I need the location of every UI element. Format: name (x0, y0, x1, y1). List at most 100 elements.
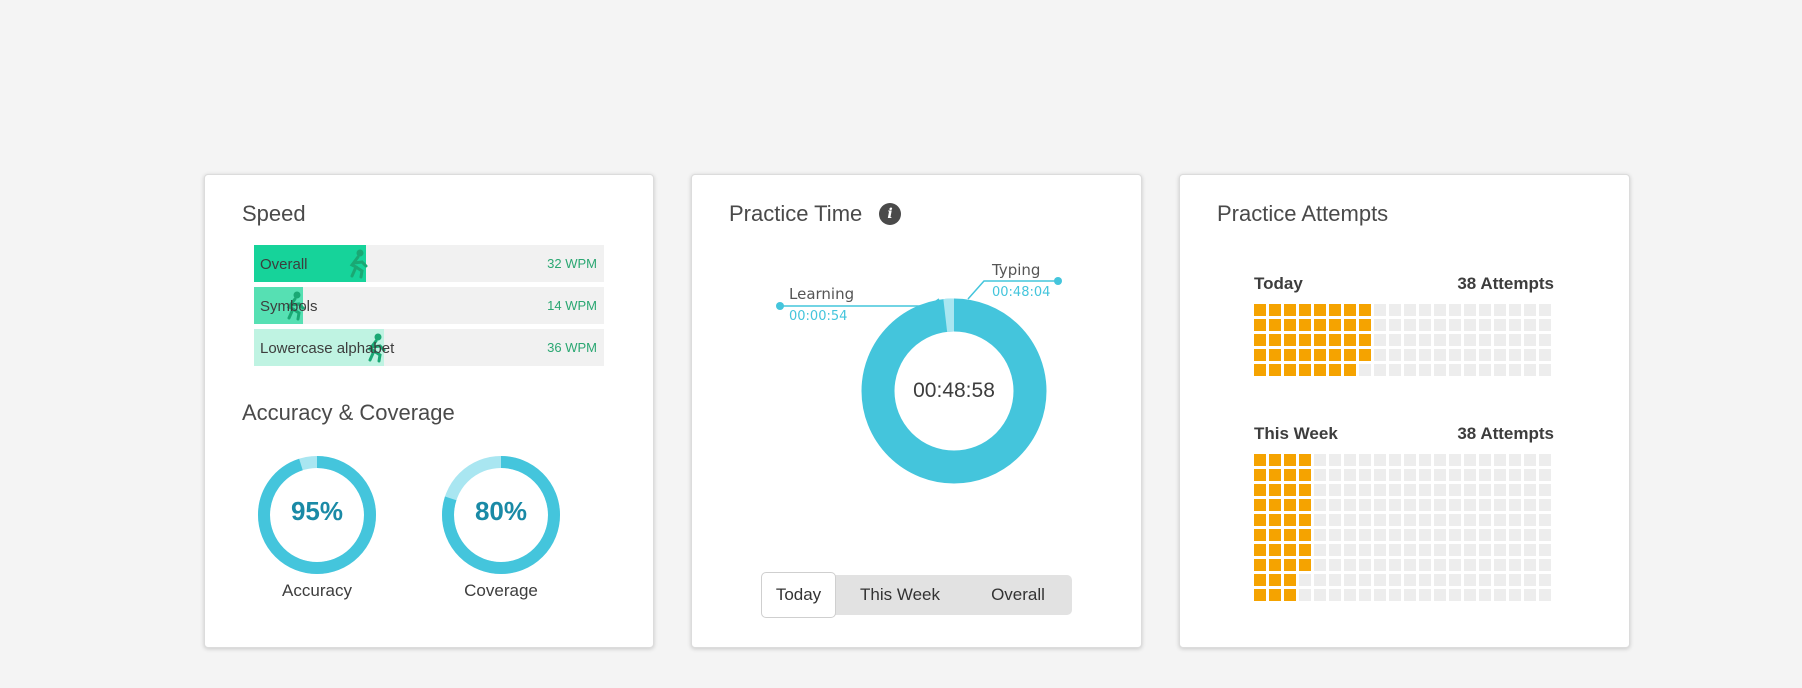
attempt-cell (1479, 469, 1491, 481)
attempt-cell (1359, 319, 1371, 331)
attempt-cell (1314, 364, 1326, 376)
attempt-cell (1284, 514, 1296, 526)
speed-label: Lowercase alphabet (260, 340, 395, 357)
attempts-today-count: 38 Attempts (1457, 274, 1554, 293)
attempt-cell (1524, 574, 1536, 586)
attempt-cell (1329, 529, 1341, 541)
attempt-cell (1269, 529, 1281, 541)
attempt-cell (1404, 559, 1416, 571)
attempt-cell (1419, 484, 1431, 496)
attempts-week: This Week 38 Attempts (1254, 424, 1554, 601)
attempt-cell (1434, 589, 1446, 601)
attempt-cell (1434, 469, 1446, 481)
attempt-cell (1464, 544, 1476, 556)
attempt-cell (1539, 319, 1551, 331)
attempt-cell (1494, 499, 1506, 511)
accuracy-donut: 95% Accuracy (252, 453, 382, 601)
attempt-cell (1374, 454, 1386, 466)
attempt-cell (1449, 304, 1461, 316)
practice-attempts-title: Practice Attempts (1217, 201, 1389, 226)
attempt-cell (1434, 454, 1446, 466)
attempt-cell (1389, 484, 1401, 496)
attempt-cell (1284, 349, 1296, 361)
attempt-cell (1299, 529, 1311, 541)
attempt-cell (1374, 499, 1386, 511)
attempt-cell (1404, 319, 1416, 331)
attempt-cell (1449, 544, 1461, 556)
attempt-cell (1389, 499, 1401, 511)
attempt-cell (1524, 589, 1536, 601)
attempt-cell (1254, 334, 1266, 346)
attempt-cell (1494, 349, 1506, 361)
attempt-cell (1344, 544, 1356, 556)
attempt-cell (1329, 574, 1341, 586)
attempts-today-label: Today (1254, 274, 1303, 293)
attempt-cell (1314, 499, 1326, 511)
typing-value: 00:48:04 (992, 285, 1050, 300)
attempt-cell (1329, 469, 1341, 481)
attempt-cell (1299, 349, 1311, 361)
attempt-cell (1344, 484, 1356, 496)
attempt-cell (1269, 589, 1281, 601)
attempt-cell (1284, 589, 1296, 601)
attempt-cell (1344, 529, 1356, 541)
attempt-cell (1494, 454, 1506, 466)
attempt-cell (1374, 559, 1386, 571)
speed-title: Speed (242, 201, 306, 226)
attempt-cell (1524, 349, 1536, 361)
attempt-cell (1494, 514, 1506, 526)
attempt-cell (1524, 304, 1536, 316)
attempt-cell (1494, 334, 1506, 346)
attempt-cell (1359, 589, 1371, 601)
attempt-cell (1434, 574, 1446, 586)
attempt-cell (1539, 304, 1551, 316)
attempt-cell (1329, 559, 1341, 571)
attempt-cell (1389, 454, 1401, 466)
attempt-cell (1509, 589, 1521, 601)
attempt-cell (1344, 364, 1356, 376)
attempt-cell (1434, 364, 1446, 376)
attempt-cell (1284, 484, 1296, 496)
attempt-cell (1329, 364, 1341, 376)
attempt-cell (1509, 469, 1521, 481)
attempt-cell (1254, 484, 1266, 496)
attempt-cell (1299, 514, 1311, 526)
attempt-cell (1344, 559, 1356, 571)
attempt-cell (1389, 334, 1401, 346)
attempt-cell (1524, 484, 1536, 496)
attempt-cell (1299, 559, 1311, 571)
attempt-cell (1494, 589, 1506, 601)
attempt-cell (1509, 514, 1521, 526)
attempt-cell (1404, 589, 1416, 601)
attempt-cell (1389, 469, 1401, 481)
attempt-cell (1509, 304, 1521, 316)
attempt-cell (1374, 349, 1386, 361)
attempt-cell (1464, 349, 1476, 361)
practice-attempts-card: Practice Attempts Today 38 Attempts This… (1179, 174, 1630, 648)
attempt-cell (1359, 499, 1371, 511)
attempt-cell (1254, 364, 1266, 376)
tab-overall[interactable]: Overall (964, 575, 1072, 615)
attempt-cell (1479, 529, 1491, 541)
attempt-cell (1419, 589, 1431, 601)
practice-time-card: Practice Time i Learning 00:00:54 Typing… (691, 174, 1142, 648)
speed-row-symbols: Symbols 14 WPM (254, 287, 604, 324)
attempt-cell (1374, 469, 1386, 481)
attempt-cell (1314, 559, 1326, 571)
attempt-cell (1389, 514, 1401, 526)
attempt-cell (1344, 319, 1356, 331)
attempt-cell (1449, 454, 1461, 466)
attempt-cell (1509, 334, 1521, 346)
attempt-cell (1269, 559, 1281, 571)
attempt-cell (1344, 589, 1356, 601)
attempt-cell (1494, 364, 1506, 376)
attempt-cell (1254, 499, 1266, 511)
total-time: 00:48:58 (913, 379, 995, 402)
attempt-cell (1539, 589, 1551, 601)
attempt-cell (1524, 514, 1536, 526)
attempt-cell (1299, 454, 1311, 466)
attempt-cell (1494, 544, 1506, 556)
tab-today[interactable]: Today (761, 572, 836, 618)
tab-this-week[interactable]: This Week (836, 575, 964, 615)
attempt-cell (1539, 544, 1551, 556)
